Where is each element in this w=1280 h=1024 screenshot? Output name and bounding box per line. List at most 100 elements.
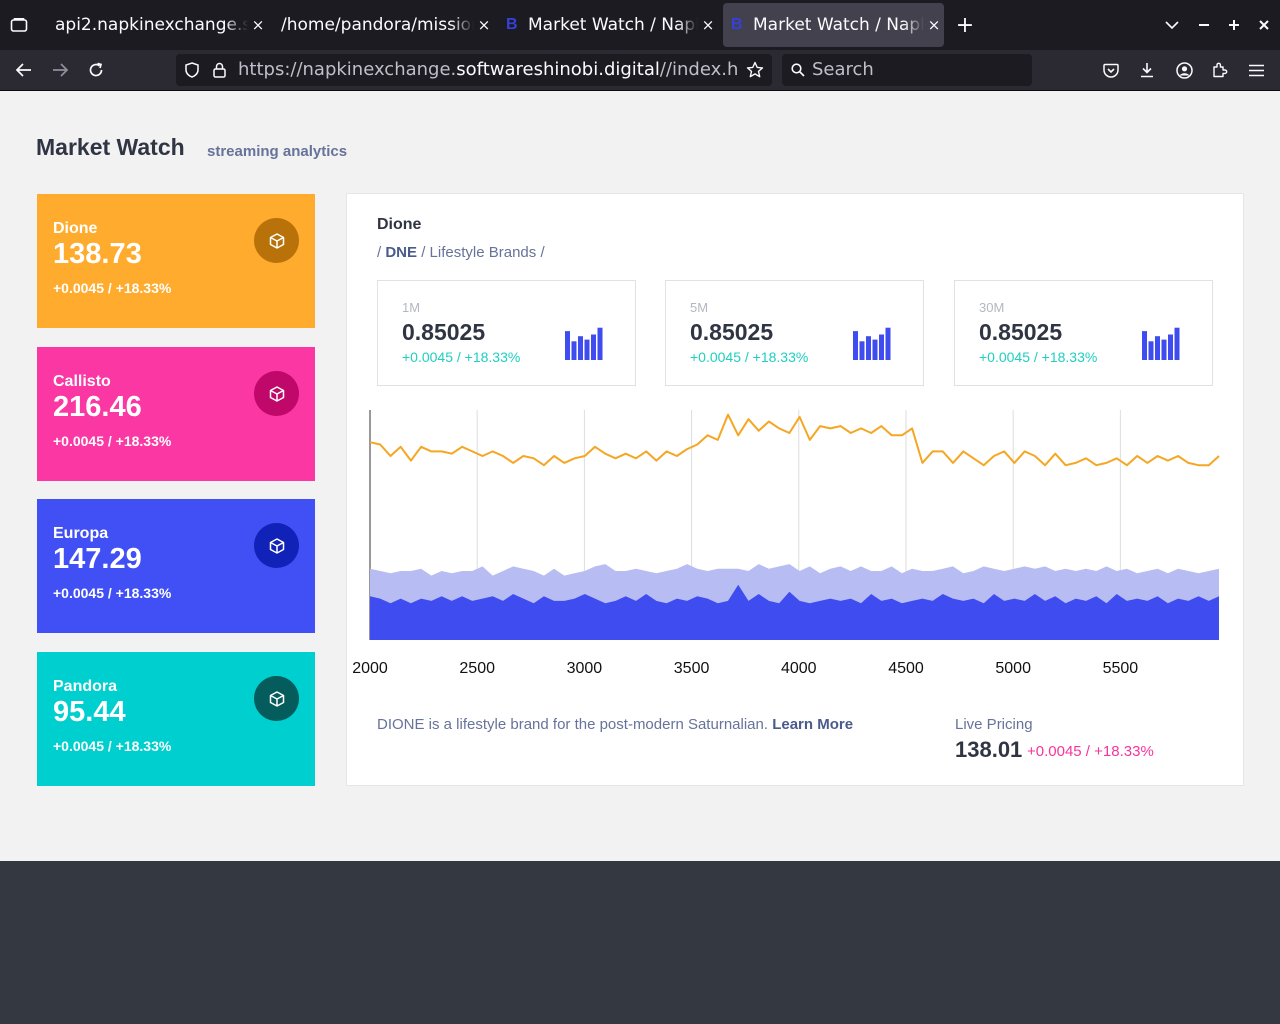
sparkline-bar: [1174, 327, 1180, 360]
asset-name: Dione: [53, 220, 98, 237]
asset-tile-europa[interactable]: Europa 147.29 +0.0045 / +18.33%: [37, 499, 315, 633]
forward-arrow-icon[interactable]: [50, 60, 70, 80]
browser-tab-market-watch-active[interactable]: B Market Watch / Napkin Exchange ×: [723, 3, 944, 47]
url-host: softwareshinobi.digital: [456, 59, 660, 80]
asset-tile-pandora[interactable]: Pandora 95.44 +0.0045 / +18.33%: [37, 652, 315, 786]
live-pricing-label: Live Pricing: [955, 716, 1033, 733]
asset-tile-callisto[interactable]: Callisto 216.46 +0.0045 / +18.33%: [37, 347, 315, 481]
x-tick-label: 3000: [567, 660, 603, 677]
sparkline-bar: [853, 331, 858, 360]
bar-sparkline-icon: [1142, 327, 1180, 360]
timeframe-change: +0.0045 / +18.33%: [979, 349, 1098, 365]
x-tick-label: 2000: [352, 660, 388, 677]
cube-icon: [254, 523, 299, 568]
timeframe-card-1m[interactable]: 1M 0.85025 +0.0045 / +18.33%: [377, 280, 636, 386]
search-icon: [791, 63, 805, 77]
cube-icon: [254, 218, 299, 263]
page-footer: [0, 861, 1280, 1024]
breadcrumb-symbol[interactable]: DNE: [385, 244, 417, 261]
price-chart: 2000 2500 3000 3500 4000 4500 5000 5500: [352, 410, 1220, 677]
breadcrumb: / DNE / Lifestyle Brands /: [377, 244, 545, 261]
lock-icon[interactable]: [211, 62, 227, 78]
live-change: +0.0045 / +18.33%: [1027, 743, 1154, 760]
timeframe-change: +0.0045 / +18.33%: [402, 349, 521, 365]
url-text[interactable]: https://napkinexchange.softwareshinobi.d…: [238, 59, 738, 81]
x-tick-label: 4000: [781, 660, 817, 677]
bar-sparkline-icon: [565, 327, 603, 360]
sparkline-bar: [584, 339, 590, 360]
tab-title: Market Watch / Napkin Exchange: [528, 15, 698, 35]
timeframe-value: 0.85025: [979, 319, 1063, 345]
asset-change: +0.0045 / +18.33%: [53, 585, 172, 601]
new-tab-icon[interactable]: +: [954, 12, 976, 38]
account-icon[interactable]: [1175, 61, 1193, 79]
browser-tab-market-watch[interactable]: B Market Watch / Napkin Exchange ×: [498, 3, 718, 47]
sparkline-bar: [591, 334, 596, 360]
detail-panel: Dione / DNE / Lifestyle Brands / 1M 0.85…: [346, 193, 1244, 786]
timeframe-label: 30M: [979, 300, 1005, 315]
extensions-icon[interactable]: [1211, 61, 1229, 79]
tracking-shield-icon[interactable]: [184, 62, 200, 78]
asset-name: Pandora: [53, 678, 118, 695]
browser-tab-home[interactable]: /home/pandora/mission ×: [272, 3, 494, 47]
breadcrumb-category[interactable]: Lifestyle Brands: [430, 244, 537, 261]
asset-price: 147.29: [53, 543, 142, 575]
bar-sparkline-icon: [853, 327, 891, 360]
url-bar[interactable]: https://napkinexchange.softwareshinobi.d…: [176, 54, 772, 86]
asset-change: +0.0045 / +18.33%: [53, 280, 172, 296]
asset-change: +0.0045 / +18.33%: [53, 738, 172, 754]
page-subtitle: streaming analytics: [207, 143, 348, 160]
breadcrumb-separator: /: [377, 244, 382, 261]
search-bar[interactable]: Search: [782, 54, 1032, 86]
description-text: DIONE is a lifestyle brand for the post-…: [377, 716, 769, 733]
sparkline-bar: [571, 341, 577, 360]
asset-price: 216.46: [53, 391, 142, 423]
cube-icon: [254, 371, 299, 416]
timeframe-card-30m[interactable]: 30M 0.85025 +0.0045 / +18.33%: [954, 280, 1213, 386]
back-arrow-icon[interactable]: [14, 60, 34, 80]
x-tick-label: 2500: [459, 660, 495, 677]
list-tabs-icon[interactable]: [1162, 14, 1182, 36]
x-tick-label: 5000: [995, 660, 1031, 677]
minimize-window-icon[interactable]: [1196, 14, 1212, 36]
pocket-icon[interactable]: [1102, 61, 1120, 79]
search-input[interactable]: Search: [812, 59, 874, 81]
live-price: 138.01: [955, 737, 1023, 762]
sparkline-bar: [1161, 339, 1167, 360]
downloads-icon[interactable]: [1138, 61, 1156, 79]
line-series: [369, 413, 1220, 467]
asset-tile-dione[interactable]: Dione 138.73 +0.0045 / +18.33%: [37, 194, 315, 328]
x-tick-label: 5500: [1103, 660, 1139, 677]
browser-tab-bar: api2.napkinexchange.softwareshinobi.digi…: [0, 0, 1280, 50]
asset-change: +0.0045 / +18.33%: [53, 433, 172, 449]
close-tab-icon[interactable]: ×: [248, 16, 268, 34]
menu-icon[interactable]: [1247, 61, 1265, 79]
x-tick-label: 4500: [888, 660, 924, 677]
close-tab-icon[interactable]: ×: [474, 16, 494, 34]
bookmark-star-icon[interactable]: [746, 61, 764, 79]
reload-icon[interactable]: [86, 60, 106, 80]
timeframe-label: 1M: [402, 300, 421, 315]
cube-icon: [254, 676, 299, 721]
browser-tab-api[interactable]: api2.napkinexchange.softwareshinobi.digi…: [46, 3, 268, 47]
breadcrumb-separator: /: [540, 244, 545, 261]
firefox-view-icon[interactable]: [8, 14, 30, 36]
close-window-icon[interactable]: [1256, 14, 1272, 36]
asset-name: Callisto: [53, 373, 111, 390]
url-path: //index.html: [659, 59, 738, 80]
timeframe-card-5m[interactable]: 5M 0.85025 +0.0045 / +18.33%: [665, 280, 924, 386]
close-tab-icon[interactable]: ×: [698, 16, 718, 34]
asset-name: Europa: [53, 525, 109, 542]
close-tab-icon[interactable]: ×: [924, 16, 944, 34]
sparkline-bar: [565, 331, 570, 360]
sparkline-bar: [1148, 341, 1154, 360]
breadcrumb-separator: /: [421, 244, 426, 261]
sparkline-bar: [1142, 331, 1147, 360]
learn-more-link[interactable]: Learn More: [772, 716, 853, 733]
browser-nav-bar: https://napkinexchange.softwareshinobi.d…: [0, 50, 1280, 91]
page-title: Market Watch: [36, 134, 185, 160]
url-prefix: https://napkinexchange.: [238, 59, 457, 80]
timeframe-label: 5M: [690, 300, 709, 315]
asset-price: 95.44: [53, 696, 126, 728]
maximize-window-icon[interactable]: [1226, 14, 1242, 36]
